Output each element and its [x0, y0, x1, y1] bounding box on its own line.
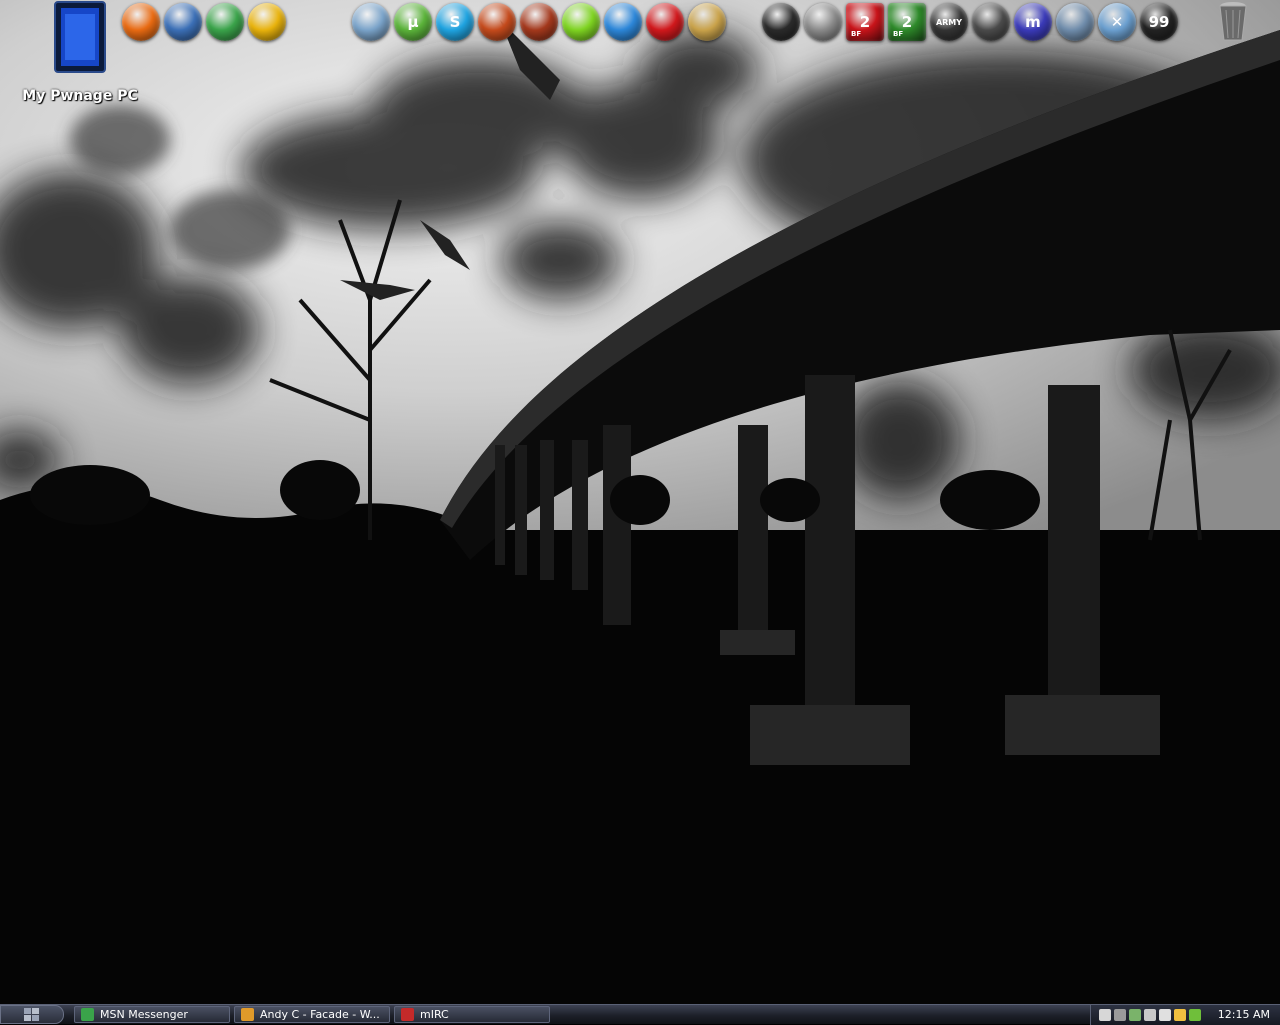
thunderbird-icon[interactable]	[164, 3, 202, 41]
taskbar: MSN Messenger Andy C - Facade - W... mIR…	[0, 1004, 1280, 1025]
tray-icon[interactable]	[1188, 1008, 1201, 1021]
computer-tower-icon	[54, 1, 106, 73]
tray-icon[interactable]	[1113, 1008, 1126, 1021]
skype-icon[interactable]: S	[436, 3, 474, 41]
skype-glyph: S	[449, 13, 461, 31]
winamp-icon	[241, 1008, 254, 1021]
bf2-green-glyph: 2	[901, 13, 913, 31]
limewire-icon[interactable]	[562, 3, 600, 41]
taskbar-button-msn[interactable]: MSN Messenger	[74, 1006, 230, 1023]
task-label: Andy C - Facade - W...	[260, 1008, 380, 1021]
speaker-icon[interactable]	[1056, 3, 1094, 41]
tray-icon[interactable]	[1098, 1008, 1111, 1021]
start-button[interactable]	[0, 1005, 64, 1024]
dock-left	[122, 2, 286, 42]
comet-icon[interactable]	[520, 3, 558, 41]
utorrent-glyph: µ	[407, 13, 419, 31]
firefox-icon[interactable]	[122, 3, 160, 41]
clock[interactable]: 12:15 AM	[1218, 1008, 1270, 1021]
stop-icon[interactable]	[646, 3, 684, 41]
bf2-red-glyph: 2	[859, 13, 871, 31]
monitor-glyph: 99	[1148, 13, 1170, 31]
aim-icon[interactable]	[248, 3, 286, 41]
windows-logo-icon	[24, 1007, 39, 1021]
utorrent-icon[interactable]: µ	[394, 3, 432, 41]
x-glyph: ✕	[1110, 13, 1124, 31]
americas-army-icon[interactable]: ARMY	[930, 3, 968, 41]
mirc-glyph: m	[1025, 13, 1041, 31]
task-label: MSN Messenger	[100, 1008, 188, 1021]
bf2-red-icon[interactable]: 2 BF	[846, 3, 884, 41]
recycle-bin-icon[interactable]	[1214, 0, 1252, 42]
msn-icon	[81, 1008, 94, 1021]
mirc-icon	[401, 1008, 414, 1021]
americas-army-glyph: ARMY	[935, 17, 963, 27]
bf2-green-icon[interactable]: 2 BF	[888, 3, 926, 41]
fire-icon[interactable]	[478, 3, 516, 41]
task-label: mIRC	[420, 1008, 449, 1021]
tray-icon[interactable]	[1128, 1008, 1141, 1021]
steam-icon[interactable]	[762, 3, 800, 41]
taskbar-button-winamp[interactable]: Andy C - Facade - W...	[234, 1006, 390, 1023]
halo-icon[interactable]	[972, 3, 1010, 41]
system-tray: 12:15 AM	[1089, 1004, 1280, 1025]
desktop-wallpaper	[0, 0, 1280, 1004]
my-computer-label: My Pwnage PC	[22, 88, 138, 104]
msn-icon[interactable]	[206, 3, 244, 41]
tray-icon[interactable]	[1143, 1008, 1156, 1021]
x-icon[interactable]: ✕	[1098, 3, 1136, 41]
cpu-icon[interactable]	[688, 3, 726, 41]
bird-icon[interactable]	[604, 3, 642, 41]
taskbar-button-mirc[interactable]: mIRC	[394, 1006, 550, 1023]
icon-sublabel: BF	[851, 30, 862, 38]
mirc-icon[interactable]: m	[1014, 3, 1052, 41]
tray-icon[interactable]	[1158, 1008, 1171, 1021]
dock-right: 2 BF 2 BF ARMY m ✕ 99	[762, 2, 1178, 42]
monitor-icon[interactable]: 99	[1140, 3, 1178, 41]
dock-center: µS	[352, 2, 726, 42]
feather-icon[interactable]	[352, 3, 390, 41]
counter-strike-icon[interactable]	[804, 3, 842, 41]
icon-sublabel: BF	[893, 30, 904, 38]
tray-icon[interactable]	[1173, 1008, 1186, 1021]
